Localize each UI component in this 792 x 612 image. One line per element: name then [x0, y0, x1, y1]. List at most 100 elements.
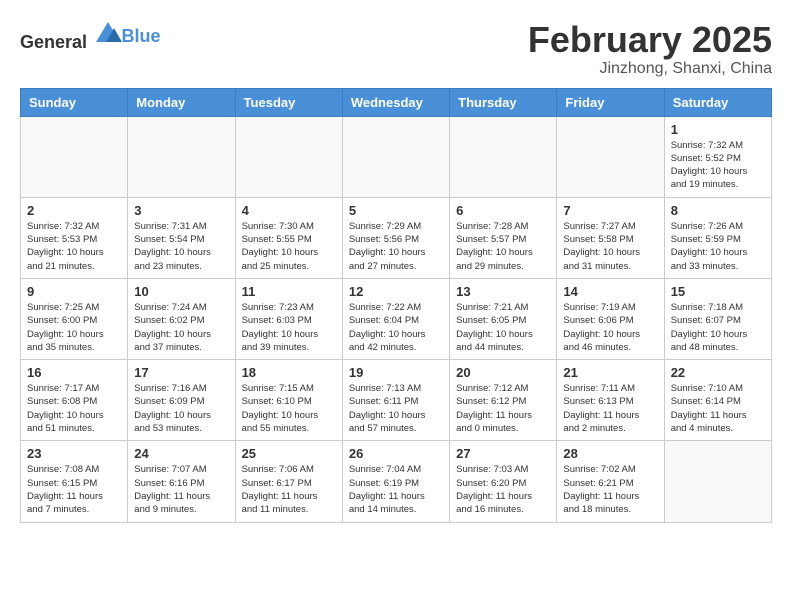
day-info: Sunrise: 7:15 AM Sunset: 6:10 PM Dayligh… — [242, 382, 336, 435]
day-info: Sunrise: 7:04 AM Sunset: 6:19 PM Dayligh… — [349, 463, 443, 516]
day-number: 10 — [134, 284, 228, 299]
location: Jinzhong, Shanxi, China — [528, 60, 772, 78]
day-info: Sunrise: 7:23 AM Sunset: 6:03 PM Dayligh… — [242, 301, 336, 354]
calendar-week-row: 9Sunrise: 7:25 AM Sunset: 6:00 PM Daylig… — [21, 278, 772, 359]
day-info: Sunrise: 7:08 AM Sunset: 6:15 PM Dayligh… — [27, 463, 121, 516]
day-number: 15 — [671, 284, 765, 299]
calendar-day-cell: 16 Sunrise: 7:17 AM Sunset: 6:08 PM Dayli… — [21, 360, 128, 441]
calendar-week-row: 16 Sunrise: 7:17 AM Sunset: 6:08 PM Dayli… — [21, 360, 772, 441]
weekday-header: Sunday — [21, 88, 128, 116]
calendar-day-cell — [664, 441, 771, 522]
day-info: Sunrise: 7:32 AM Sunset: 5:52 PM Dayligh… — [671, 139, 765, 192]
calendar-day-cell: 28 Sunrise: 7:02 AM Sunset: 6:21 PM Dayli… — [557, 441, 664, 522]
day-number: 2 — [27, 203, 121, 218]
day-number: 22 — [671, 365, 765, 380]
weekday-header: Thursday — [450, 88, 557, 116]
logo-icon — [94, 20, 122, 48]
calendar-day-cell: 3 Sunrise: 7:31 AM Sunset: 5:54 PM Daylig… — [128, 197, 235, 278]
day-number: 14 — [563, 284, 657, 299]
calendar-day-cell: 8 Sunrise: 7:26 AM Sunset: 5:59 PM Daylig… — [664, 197, 771, 278]
page-header: General Blue February 2025 Jinzhong, Sha… — [20, 20, 772, 78]
day-info: Sunrise: 7:32 AM Sunset: 5:53 PM Dayligh… — [27, 220, 121, 273]
day-number: 26 — [349, 446, 443, 461]
calendar-day-cell: 17 Sunrise: 7:16 AM Sunset: 6:09 PM Dayli… — [128, 360, 235, 441]
day-info: Sunrise: 7:26 AM Sunset: 5:59 PM Dayligh… — [671, 220, 765, 273]
calendar-day-cell: 9Sunrise: 7:25 AM Sunset: 6:00 PM Daylig… — [21, 278, 128, 359]
day-info: Sunrise: 7:31 AM Sunset: 5:54 PM Dayligh… — [134, 220, 228, 273]
day-number: 7 — [563, 203, 657, 218]
calendar-day-cell: 27Sunrise: 7:03 AM Sunset: 6:20 PM Dayli… — [450, 441, 557, 522]
day-info: Sunrise: 7:02 AM Sunset: 6:21 PM Dayligh… — [563, 463, 657, 516]
weekday-header: Wednesday — [342, 88, 449, 116]
calendar-header-row: SundayMondayTuesdayWednesdayThursdayFrid… — [21, 88, 772, 116]
calendar-day-cell: 14 Sunrise: 7:19 AM Sunset: 6:06 PM Dayli… — [557, 278, 664, 359]
calendar-day-cell — [557, 116, 664, 197]
calendar-day-cell: 6 Sunrise: 7:28 AM Sunset: 5:57 PM Daylig… — [450, 197, 557, 278]
day-info: Sunrise: 7:10 AM Sunset: 6:14 PM Dayligh… — [671, 382, 765, 435]
day-number: 12 — [349, 284, 443, 299]
calendar-day-cell: 20Sunrise: 7:12 AM Sunset: 6:12 PM Dayli… — [450, 360, 557, 441]
weekday-header: Tuesday — [235, 88, 342, 116]
logo-blue: Blue — [122, 26, 161, 46]
title-area: February 2025 Jinzhong, Shanxi, China — [528, 20, 772, 78]
day-info: Sunrise: 7:22 AM Sunset: 6:04 PM Dayligh… — [349, 301, 443, 354]
day-info: Sunrise: 7:24 AM Sunset: 6:02 PM Dayligh… — [134, 301, 228, 354]
calendar-week-row: 2 Sunrise: 7:32 AM Sunset: 5:53 PM Daylig… — [21, 197, 772, 278]
day-info: Sunrise: 7:19 AM Sunset: 6:06 PM Dayligh… — [563, 301, 657, 354]
day-number: 8 — [671, 203, 765, 218]
calendar-day-cell: 13 Sunrise: 7:21 AM Sunset: 6:05 PM Dayli… — [450, 278, 557, 359]
day-info: Sunrise: 7:17 AM Sunset: 6:08 PM Dayligh… — [27, 382, 121, 435]
calendar-day-cell: 12 Sunrise: 7:22 AM Sunset: 6:04 PM Dayli… — [342, 278, 449, 359]
day-number: 25 — [242, 446, 336, 461]
calendar-day-cell: 11 Sunrise: 7:23 AM Sunset: 6:03 PM Dayli… — [235, 278, 342, 359]
day-info: Sunrise: 7:28 AM Sunset: 5:57 PM Dayligh… — [456, 220, 550, 273]
calendar-day-cell — [342, 116, 449, 197]
day-number: 1 — [671, 122, 765, 137]
day-number: 28 — [563, 446, 657, 461]
day-info: Sunrise: 7:21 AM Sunset: 6:05 PM Dayligh… — [456, 301, 550, 354]
calendar-day-cell — [128, 116, 235, 197]
day-number: 13 — [456, 284, 550, 299]
day-number: 19 — [349, 365, 443, 380]
day-info: Sunrise: 7:27 AM Sunset: 5:58 PM Dayligh… — [563, 220, 657, 273]
calendar-week-row: 23 Sunrise: 7:08 AM Sunset: 6:15 PM Dayli… — [21, 441, 772, 522]
calendar-day-cell: 7 Sunrise: 7:27 AM Sunset: 5:58 PM Daylig… — [557, 197, 664, 278]
calendar-day-cell — [235, 116, 342, 197]
day-info: Sunrise: 7:29 AM Sunset: 5:56 PM Dayligh… — [349, 220, 443, 273]
day-number: 17 — [134, 365, 228, 380]
month-title: February 2025 — [528, 20, 772, 60]
day-number: 16 — [27, 365, 121, 380]
day-info: Sunrise: 7:13 AM Sunset: 6:11 PM Dayligh… — [349, 382, 443, 435]
day-info: Sunrise: 7:18 AM Sunset: 6:07 PM Dayligh… — [671, 301, 765, 354]
day-info: Sunrise: 7:07 AM Sunset: 6:16 PM Dayligh… — [134, 463, 228, 516]
calendar-day-cell: 23 Sunrise: 7:08 AM Sunset: 6:15 PM Dayli… — [21, 441, 128, 522]
day-number: 5 — [349, 203, 443, 218]
day-number: 23 — [27, 446, 121, 461]
calendar-day-cell: 15 Sunrise: 7:18 AM Sunset: 6:07 PM Dayli… — [664, 278, 771, 359]
day-number: 21 — [563, 365, 657, 380]
day-number: 20 — [456, 365, 550, 380]
day-number: 11 — [242, 284, 336, 299]
calendar-day-cell: 19 Sunrise: 7:13 AM Sunset: 6:11 PM Dayli… — [342, 360, 449, 441]
calendar-day-cell: 1 Sunrise: 7:32 AM Sunset: 5:52 PM Daylig… — [664, 116, 771, 197]
weekday-header: Monday — [128, 88, 235, 116]
calendar-day-cell: 18 Sunrise: 7:15 AM Sunset: 6:10 PM Dayli… — [235, 360, 342, 441]
day-number: 18 — [242, 365, 336, 380]
calendar-day-cell: 10 Sunrise: 7:24 AM Sunset: 6:02 PM Dayli… — [128, 278, 235, 359]
logo: General Blue — [20, 20, 161, 53]
calendar-day-cell — [450, 116, 557, 197]
weekday-header: Saturday — [664, 88, 771, 116]
day-info: Sunrise: 7:16 AM Sunset: 6:09 PM Dayligh… — [134, 382, 228, 435]
day-number: 3 — [134, 203, 228, 218]
calendar-day-cell: 2 Sunrise: 7:32 AM Sunset: 5:53 PM Daylig… — [21, 197, 128, 278]
calendar-day-cell — [21, 116, 128, 197]
calendar-day-cell: 26 Sunrise: 7:04 AM Sunset: 6:19 PM Dayli… — [342, 441, 449, 522]
calendar-day-cell: 24Sunrise: 7:07 AM Sunset: 6:16 PM Dayli… — [128, 441, 235, 522]
calendar-week-row: 1 Sunrise: 7:32 AM Sunset: 5:52 PM Daylig… — [21, 116, 772, 197]
day-number: 6 — [456, 203, 550, 218]
weekday-header: Friday — [557, 88, 664, 116]
calendar-day-cell: 25Sunrise: 7:06 AM Sunset: 6:17 PM Dayli… — [235, 441, 342, 522]
day-number: 27 — [456, 446, 550, 461]
logo-general: General — [20, 32, 87, 52]
day-info: Sunrise: 7:30 AM Sunset: 5:55 PM Dayligh… — [242, 220, 336, 273]
